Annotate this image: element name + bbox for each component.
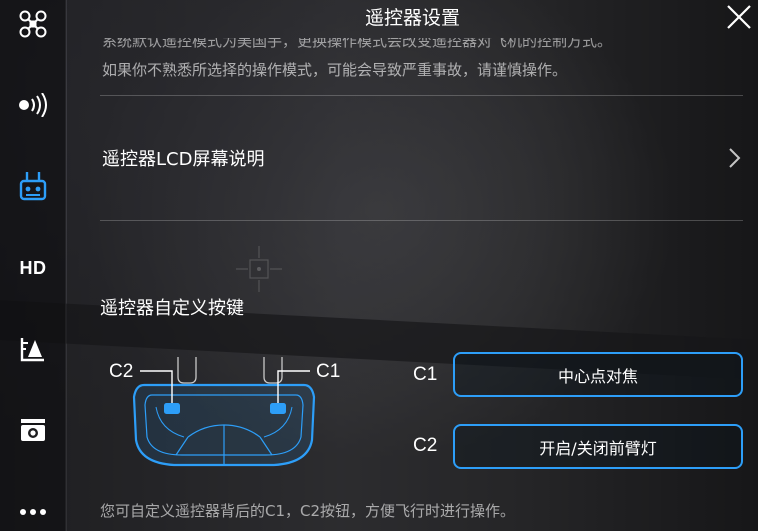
sidebar-item-aircraft[interactable] <box>0 2 66 46</box>
lcd-screen-info-row[interactable]: 遥控器LCD屏幕说明 <box>100 96 743 220</box>
sidebar-item-camera[interactable] <box>0 408 66 452</box>
c1-label: C1 <box>413 364 438 385</box>
sidebar-item-remote-controller[interactable] <box>0 164 66 208</box>
c2-function-button[interactable]: 开启/关闭前臂灯 <box>453 424 743 469</box>
remote-controller-icon <box>19 172 47 201</box>
rc-settings-panel: 遥控器设置 系统默认遥控模式为美国手，更换操作模式会改变遥控器对飞机的控制方式。… <box>67 0 758 531</box>
chevron-right-icon <box>729 148 741 168</box>
divider <box>100 220 743 221</box>
camera-icon <box>21 419 45 441</box>
figure-c2-label: C2 <box>109 361 133 382</box>
aircraft-icon <box>19 10 47 38</box>
signal-icon <box>19 93 47 117</box>
sidebar-item-signal[interactable] <box>0 83 66 127</box>
c1-function-button[interactable]: 中心点对焦 <box>453 352 743 397</box>
sidebar-item-battery[interactable] <box>0 327 66 371</box>
remote-controller-back-diagram: C2 C1 <box>109 357 340 467</box>
warning-text-partial: 系统默认遥控模式为美国手，更换操作模式会改变遥控器对飞机的控制方式。 <box>102 38 613 50</box>
close-icon[interactable] <box>726 4 752 30</box>
flight-battery-icon <box>20 338 44 362</box>
sidebar-item-more[interactable] <box>0 490 66 531</box>
settings-sidebar: HD <box>0 0 66 531</box>
page-title: 遥控器设置 <box>364 7 460 29</box>
c2-label: C2 <box>413 435 438 456</box>
warning-text: 如果你不熟悉所选择的操作模式，可能会导致严重事故，请谨慎操作。 <box>102 61 568 79</box>
sidebar-item-hd[interactable]: HD <box>0 246 66 290</box>
custom-keys-hint: 您可自定义遥控器背后的C1，C2按钮，方便飞行时进行操作。 <box>100 502 516 520</box>
more-icon <box>20 509 46 515</box>
lcd-screen-info-label: 遥控器LCD屏幕说明 <box>102 149 265 170</box>
figure-c1-label: C1 <box>316 361 340 382</box>
custom-keys-title: 遥控器自定义按键 <box>100 298 244 319</box>
hd-icon: HD <box>19 257 47 278</box>
